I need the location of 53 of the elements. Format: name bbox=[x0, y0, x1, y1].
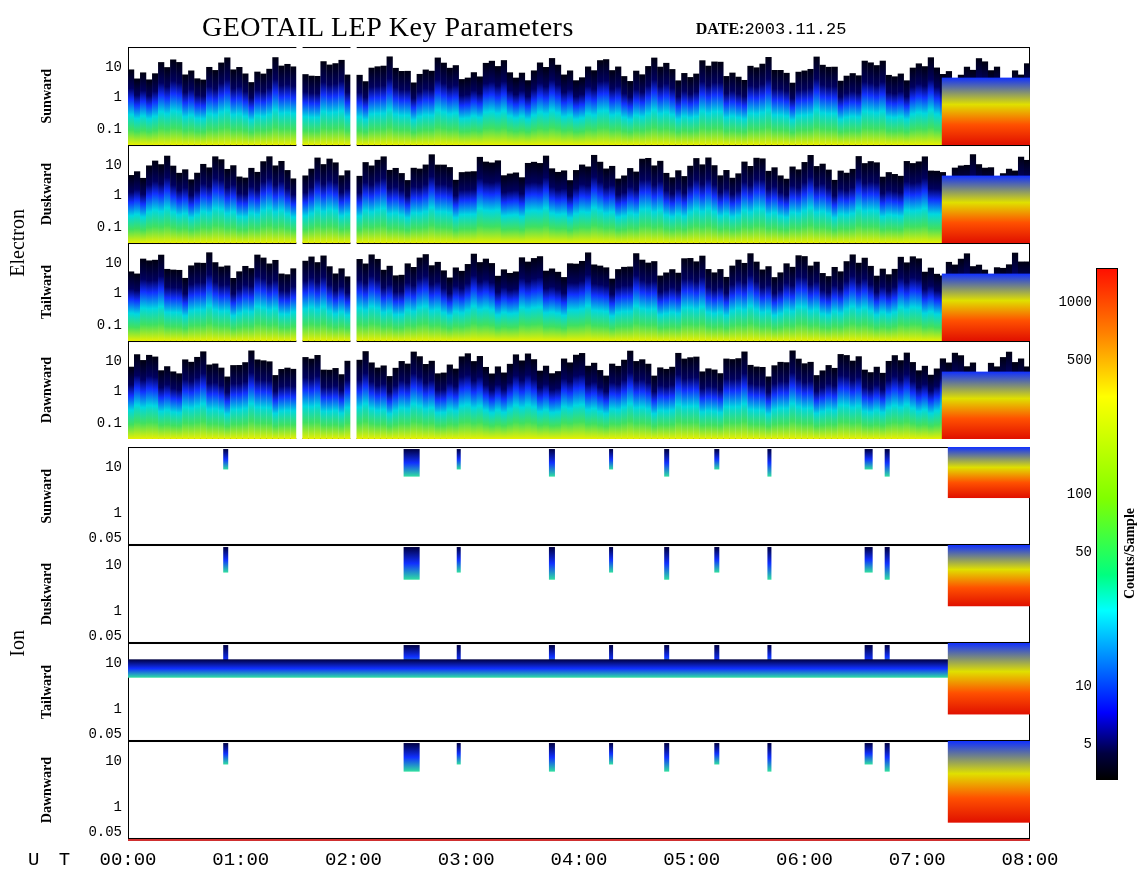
y-tick-label: 1 bbox=[113, 186, 122, 203]
panel-label: Dawnward bbox=[39, 356, 55, 424]
y-tick-label: 1 bbox=[113, 798, 122, 815]
y-tick-label: 10 bbox=[105, 352, 122, 369]
x-tick-label: 08:00 bbox=[1001, 849, 1059, 871]
y-tick-label: 10 bbox=[105, 58, 122, 75]
panel-label: Dawnward bbox=[39, 756, 55, 824]
y-tick-label: 10 bbox=[105, 752, 122, 769]
panel-label: Tailward bbox=[39, 265, 55, 319]
chart-title: GEOTAIL LEP Key Parameters bbox=[202, 10, 574, 44]
y-tick-label: 0.1 bbox=[96, 415, 122, 432]
panel-label: Duskward bbox=[39, 162, 55, 226]
x-axis-label: U T bbox=[28, 849, 75, 871]
y-tick-label: 1 bbox=[113, 382, 122, 399]
x-tick-label: 03:00 bbox=[437, 849, 495, 871]
y-tick-label: 0.05 bbox=[88, 726, 122, 743]
y-tick-label: 0.05 bbox=[88, 530, 122, 547]
y-tick-label: 10 bbox=[105, 458, 122, 475]
colorbar-tick-label: 100 bbox=[1066, 486, 1092, 502]
y-tick-label: 0.1 bbox=[96, 121, 122, 138]
date-label: DATE:2003.11.25 bbox=[695, 19, 847, 41]
colorbar-tick-label: 500 bbox=[1066, 351, 1092, 368]
group-label: Ion bbox=[5, 629, 29, 657]
y-tick-label: 1 bbox=[113, 700, 122, 717]
panel-label: Tailward bbox=[39, 665, 55, 719]
x-tick-label: 05:00 bbox=[663, 849, 721, 871]
y-tick-label: 1 bbox=[113, 504, 122, 521]
x-tick-label: 04:00 bbox=[550, 849, 608, 871]
colorbar-tick-label: 5 bbox=[1083, 735, 1092, 752]
panel-label: Sunward bbox=[39, 68, 55, 124]
y-tick-label: 1 bbox=[113, 88, 122, 105]
y-tick-label: 10 bbox=[105, 556, 122, 573]
colorbar-tick-label: 10 bbox=[1075, 678, 1092, 694]
x-tick-label: 00:00 bbox=[99, 849, 157, 871]
x-tick-label: 01:00 bbox=[212, 849, 270, 871]
colorbar-label: Counts/Sample bbox=[1122, 508, 1138, 599]
x-tick-label: 02:00 bbox=[325, 849, 382, 871]
y-tick-label: 0.05 bbox=[88, 824, 122, 841]
panel-label: Duskward bbox=[39, 562, 55, 626]
group-label: Electron bbox=[5, 209, 29, 277]
y-tick-label: 0.1 bbox=[96, 219, 122, 236]
y-tick-label: 10 bbox=[105, 156, 122, 173]
colorbar-tick-label: 1000 bbox=[1058, 294, 1092, 310]
y-tick-label: 0.1 bbox=[96, 317, 122, 334]
y-tick-label: 10 bbox=[105, 654, 122, 671]
x-tick-label: 06:00 bbox=[776, 849, 833, 871]
y-tick-label: 1 bbox=[113, 284, 122, 301]
colorbar-tick-label: 50 bbox=[1075, 543, 1092, 560]
panel-label: Sunward bbox=[39, 468, 55, 524]
y-tick-label: 10 bbox=[105, 254, 122, 271]
y-tick-label: 1 bbox=[113, 602, 122, 619]
x-tick-label: 07:00 bbox=[888, 849, 946, 871]
y-tick-label: 0.05 bbox=[88, 628, 122, 645]
